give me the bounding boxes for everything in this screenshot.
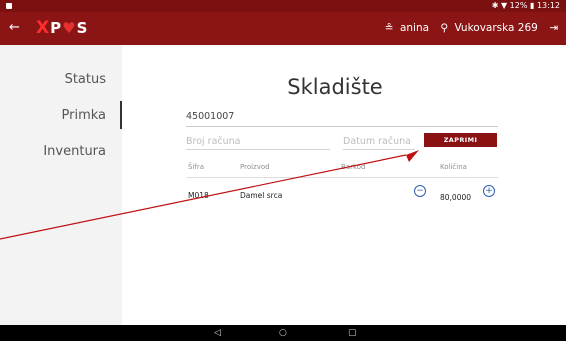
sidebar-item-inventura[interactable]: Inventura [0, 144, 120, 159]
column-header-barcode: Barkod [341, 163, 366, 171]
system-nav-bar: ◁ ○ ▢ [0, 325, 566, 341]
invoice-number-input[interactable]: Broj računa [186, 136, 241, 147]
invoice-date-underline [343, 149, 415, 150]
sidebar: Status Primka Inventura [0, 45, 122, 325]
row-quantity[interactable]: 80,0000 [440, 193, 471, 202]
nav-recent-icon[interactable]: ▢ [348, 327, 357, 339]
column-header-quantity: Količina [440, 163, 467, 171]
active-indicator [120, 101, 122, 129]
user-icon: ≗ [384, 22, 394, 34]
location-name: Vukovarska 269 [454, 22, 538, 34]
invoice-number-underline [186, 149, 330, 150]
nav-back-icon[interactable]: ◁ [214, 327, 221, 339]
username: anina [399, 22, 430, 34]
invoice-date-input[interactable]: Datum računa [343, 136, 411, 147]
row-product: Damel srca [240, 191, 283, 200]
document-number-underline [186, 126, 498, 127]
notification-icon [6, 3, 12, 9]
app-logo: XP♥S [36, 18, 89, 38]
location-pin-icon: ⚲ [440, 22, 449, 34]
table-header-divider [186, 177, 498, 178]
page-title: Skladište [287, 75, 383, 99]
sidebar-item-primka[interactable]: Primka [0, 108, 120, 123]
column-header-product: Proizvod [240, 163, 270, 171]
user-info: ≗ anina ⚲ Vukovarska 269 ⇥ [382, 21, 558, 35]
back-arrow-icon[interactable]: ← [9, 20, 20, 36]
status-bar: ✱ ▼ 12% ▮ 13:12 [0, 0, 566, 12]
increase-quantity-icon[interactable]: + [483, 185, 495, 197]
decrease-quantity-icon[interactable]: − [414, 185, 426, 197]
logout-icon[interactable]: ⇥ [549, 22, 558, 34]
sidebar-item-status[interactable]: Status [0, 72, 120, 87]
document-number-field[interactable]: 45001007 [186, 111, 234, 122]
nav-home-icon[interactable]: ○ [279, 327, 287, 339]
status-info: ✱ ▼ 12% ▮ 13:12 [491, 1, 560, 10]
receive-button[interactable]: ZAPRIMI [424, 133, 497, 147]
app-bar: ← XP♥S ≗ anina ⚲ Vukovarska 269 ⇥ [0, 12, 566, 45]
row-code: M018 [188, 191, 209, 200]
column-header-code: Šifra [188, 163, 205, 171]
